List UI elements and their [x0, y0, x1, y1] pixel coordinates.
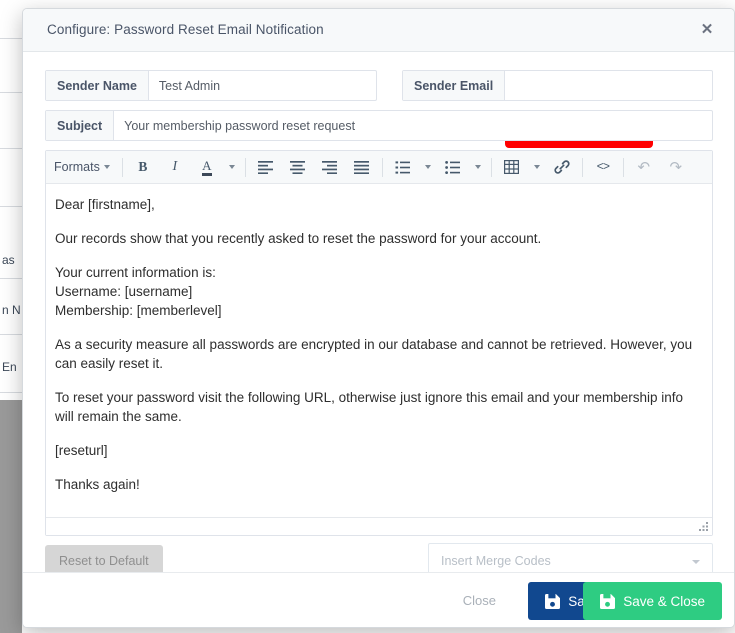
- configure-email-modal: Configure: Password Reset Email Notifica…: [22, 8, 735, 628]
- table-icon[interactable]: [497, 154, 527, 180]
- align-right-icon[interactable]: [315, 154, 345, 180]
- sender-name-input[interactable]: [149, 71, 376, 100]
- toolbar-divider: [382, 158, 383, 177]
- body-paragraph: [reseturl]: [55, 441, 703, 460]
- modal-footer: Close Save Save & Close: [23, 572, 734, 627]
- text-color-dropdown-icon[interactable]: [224, 154, 240, 180]
- align-left-icon[interactable]: [251, 154, 281, 180]
- undo-icon[interactable]: ↶: [629, 154, 659, 180]
- background-text-fragment: n N: [2, 303, 21, 317]
- link-icon[interactable]: [547, 154, 577, 180]
- background-divider: [0, 278, 22, 279]
- numbered-list-dropdown-icon[interactable]: [420, 154, 436, 180]
- background-divider: [0, 392, 22, 393]
- save-icon: [600, 594, 615, 609]
- resize-handle[interactable]: [698, 522, 709, 533]
- body-paragraph: Your current information is: Username: […: [55, 263, 703, 320]
- background-text-fragment: En: [2, 360, 17, 374]
- bullet-list-icon[interactable]: [438, 154, 468, 180]
- email-body-editor[interactable]: Dear [firstname], Our records show that …: [46, 184, 712, 518]
- toolbar-divider: [582, 158, 583, 177]
- background-divider: [0, 38, 22, 39]
- toolbar-divider: [122, 158, 123, 177]
- sender-email-input[interactable]: [505, 71, 712, 100]
- modal-header: Configure: Password Reset Email Notifica…: [23, 9, 734, 52]
- body-paragraph: Dear [firstname],: [55, 195, 703, 214]
- editor-toolbar: Formats B I A: [46, 151, 712, 184]
- body-paragraph: Thanks again!: [55, 475, 703, 494]
- italic-icon[interactable]: I: [160, 154, 190, 180]
- redo-icon[interactable]: ↷: [661, 154, 691, 180]
- background-panel-bottom: [0, 400, 22, 633]
- subject-label: Subject: [46, 111, 114, 140]
- chevron-down-icon: [104, 165, 110, 169]
- body-paragraph: To reset your password visit the followi…: [55, 388, 703, 426]
- formats-dropdown-label: Formats: [54, 160, 100, 174]
- background-text-fragment: as: [2, 253, 15, 267]
- sender-email-group: Sender Email: [402, 70, 713, 101]
- table-dropdown-icon[interactable]: [529, 154, 545, 180]
- align-justify-icon[interactable]: [347, 154, 377, 180]
- numbered-list-icon[interactable]: [388, 154, 418, 180]
- close-button[interactable]: Close: [457, 592, 502, 609]
- save-and-close-button[interactable]: Save & Close: [583, 582, 722, 620]
- body-paragraph: As a security measure all passwords are …: [55, 335, 703, 373]
- editor-statusbar: [46, 517, 712, 535]
- background-divider: [0, 206, 22, 207]
- save-icon: [545, 594, 560, 609]
- subject-input[interactable]: [114, 111, 712, 140]
- save-and-close-button-label: Save & Close: [623, 594, 705, 609]
- modal-title: Configure: Password Reset Email Notifica…: [47, 22, 324, 37]
- bold-icon[interactable]: B: [128, 154, 158, 180]
- subject-group: Subject: [45, 110, 713, 141]
- body-paragraph: Our records show that you recently asked…: [55, 229, 703, 248]
- bullet-list-dropdown-icon[interactable]: [470, 154, 486, 180]
- toolbar-divider: [491, 158, 492, 177]
- background-divider: [0, 334, 22, 335]
- insert-merge-codes-placeholder: Insert Merge Codes: [441, 554, 551, 568]
- toolbar-divider: [623, 158, 624, 177]
- close-icon[interactable]: ✕: [697, 20, 717, 40]
- sender-email-label: Sender Email: [403, 71, 505, 100]
- rich-text-editor: Formats B I A: [45, 150, 713, 536]
- background-divider: [0, 148, 22, 149]
- background-divider: [0, 92, 22, 93]
- chevron-down-icon: [692, 560, 700, 564]
- sender-name-label: Sender Name: [46, 71, 149, 100]
- text-color-icon[interactable]: A: [192, 154, 222, 180]
- source-code-icon[interactable]: <>: [588, 154, 618, 180]
- align-center-icon[interactable]: [283, 154, 313, 180]
- formats-dropdown[interactable]: Formats: [47, 154, 117, 180]
- sender-name-group: Sender Name: [45, 70, 377, 101]
- toolbar-divider: [245, 158, 246, 177]
- modal-body: Sender Name Sender Email Subject Formats…: [23, 52, 734, 573]
